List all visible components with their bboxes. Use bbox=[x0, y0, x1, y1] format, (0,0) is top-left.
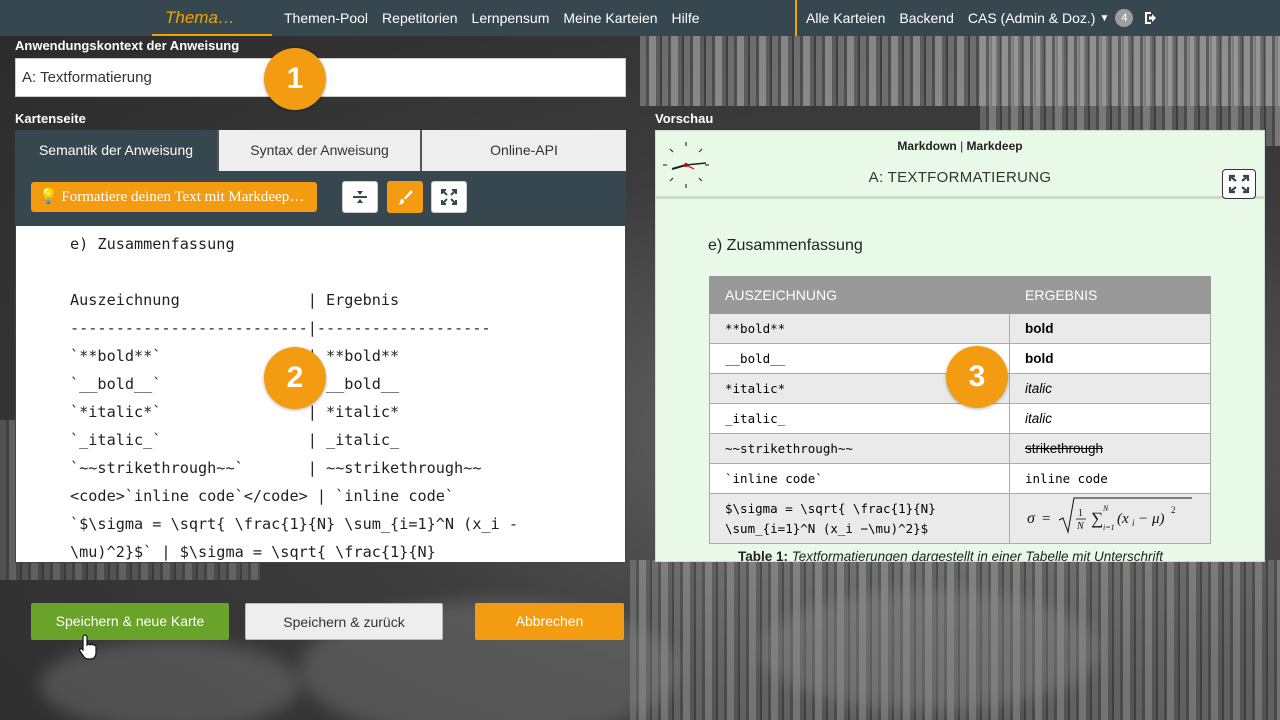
table-row: _italic_ italic bbox=[709, 403, 1211, 434]
formula-markup-line: \sum_{i=1}^N (x_i −\mu)^2}$ bbox=[725, 520, 929, 536]
sigma-formula-image: σ = 1 N ∑ N i=1 (x i − μ) 2 bbox=[1027, 497, 1192, 534]
svg-text:(x: (x bbox=[1117, 511, 1129, 527]
table-row: `inline code` inline code bbox=[709, 463, 1211, 494]
user-nav: Alle Karteien Backend CAS (Admin & Doz.)… bbox=[806, 0, 1159, 36]
editor-line: <code>`inline code`</code> | `inline cod… bbox=[70, 487, 455, 505]
preview-header: Markdown | Markdeep A: TEXTFORMATIERUNG bbox=[656, 131, 1264, 199]
markdeep-hint-button[interactable]: 💡 Formatiere deinen Text mit Markdeep… bbox=[31, 182, 317, 212]
table-row: **bold** bold bbox=[709, 313, 1211, 344]
render-mode-toggle[interactable]: Markdown | Markdeep bbox=[656, 139, 1264, 153]
nav-themen-pool[interactable]: Themen-Pool bbox=[284, 0, 368, 36]
editor-line: `_italic_` | _italic_ bbox=[70, 431, 400, 449]
svg-text:−: − bbox=[1139, 511, 1147, 527]
editor-line: `$\sigma = \sqrt{ \frac{1}{N} \sum_{i=1}… bbox=[70, 515, 519, 533]
svg-text:2: 2 bbox=[1171, 505, 1176, 515]
svg-text:N: N bbox=[1076, 521, 1085, 532]
table-caption: Table 1: Textformatierungen dargestellt … bbox=[738, 549, 1163, 562]
svg-text:N: N bbox=[1102, 504, 1109, 513]
nav-alle-karteien[interactable]: Alle Karteien bbox=[806, 0, 885, 36]
editor-line: `__bold__` | __bold__ bbox=[70, 375, 400, 393]
result-cell: bold bbox=[1009, 343, 1211, 374]
markup-cell: **bold** bbox=[709, 313, 1010, 344]
result-cell: bold bbox=[1009, 313, 1211, 344]
notification-badge[interactable]: 4 bbox=[1115, 9, 1134, 27]
nav-backend[interactable]: Backend bbox=[899, 0, 953, 36]
nav-separator bbox=[795, 0, 797, 36]
preview-label: Vorschau bbox=[655, 111, 714, 126]
markup-cell: ~~strikethrough~~ bbox=[709, 433, 1010, 464]
result-cell: inline code bbox=[1009, 463, 1211, 494]
result-cell: italic bbox=[1009, 373, 1211, 404]
context-label: Anwendungskontext der Anweisung bbox=[15, 38, 240, 53]
result-cell: italic bbox=[1009, 403, 1211, 434]
svg-text:σ: σ bbox=[1027, 510, 1036, 527]
markup-cell: _italic_ bbox=[709, 403, 1010, 434]
editor-line: e) Zusammenfassung bbox=[70, 235, 235, 253]
table-header: AUSZEICHNUNG bbox=[709, 276, 1010, 314]
tab-syntax[interactable]: Syntax der Anweisung bbox=[219, 130, 422, 171]
preview-section-heading: e) Zusammenfassung bbox=[708, 237, 863, 254]
fullscreen-icon[interactable] bbox=[431, 181, 467, 213]
paintbrush-icon[interactable] bbox=[387, 181, 423, 213]
editor-line: `~~strikethrough~~` | ~~strikethrough~~ bbox=[70, 459, 482, 477]
step-marker-3: 3 bbox=[946, 346, 1008, 408]
svg-text:1: 1 bbox=[1078, 508, 1083, 519]
logout-icon[interactable] bbox=[1143, 10, 1159, 26]
editor-line: \mu)^2}$` | $\sigma = \sqrt{ \frac{1}{N} bbox=[70, 543, 436, 561]
formula-markup-line: $\sigma = \sqrt{ \frac{1}{N} bbox=[725, 500, 936, 516]
save-back-button[interactable]: Speichern & zurück bbox=[245, 603, 443, 640]
table-row: ~~strikethrough~~ strikethrough bbox=[709, 433, 1211, 464]
card-side-label: Kartenseite bbox=[15, 111, 86, 126]
tab-online-api[interactable]: Online-API bbox=[422, 130, 626, 171]
preview-panel: Markdown | Markdeep A: TEXTFORMATIERUNG … bbox=[655, 130, 1265, 562]
nav-repetitorien[interactable]: Repetitorien bbox=[382, 0, 458, 36]
formula-result-cell: σ = 1 N ∑ N i=1 (x i − μ) 2 bbox=[1009, 493, 1211, 544]
step-marker-2: 2 bbox=[264, 347, 326, 409]
result-cell: strikethrough bbox=[1009, 433, 1211, 464]
nav-meine-karteien[interactable]: Meine Karteien bbox=[563, 0, 657, 36]
render-mode-markdeep[interactable]: Markdeep bbox=[967, 139, 1023, 153]
user-menu[interactable]: CAS (Admin & Doz.) bbox=[968, 0, 1096, 36]
compress-vertical-icon[interactable] bbox=[342, 181, 378, 213]
markup-cell: $\sigma = \sqrt{ \frac{1}{N} \sum_{i=1}^… bbox=[709, 493, 1010, 544]
save-new-card-button[interactable]: Speichern & neue Karte bbox=[31, 603, 229, 640]
chevron-down-icon[interactable]: ▼ bbox=[1099, 13, 1109, 24]
editor-line: Auszeichnung | Ergebnis bbox=[70, 291, 400, 309]
preview-title: A: TEXTFORMATIERUNG bbox=[868, 169, 1052, 186]
main-nav: Themen-Pool Repetitorien Lernpensum Mein… bbox=[284, 0, 714, 36]
caption-text: Textformatierungen dargestellt in einer … bbox=[791, 549, 1163, 562]
svg-text:i: i bbox=[1132, 518, 1135, 528]
tab-semantik[interactable]: Semantik der Anweisung bbox=[15, 130, 219, 171]
expand-preview-icon[interactable] bbox=[1222, 169, 1256, 199]
nav-lernpensum[interactable]: Lernpensum bbox=[472, 0, 550, 36]
editor-line: `**bold**` | **bold** bbox=[70, 347, 400, 365]
svg-text:μ): μ) bbox=[1151, 511, 1165, 527]
nav-hilfe[interactable]: Hilfe bbox=[672, 0, 700, 36]
preview-table: AUSZEICHNUNG ERGEBNIS **bold** bold __bo… bbox=[709, 276, 1211, 544]
hand-cursor-icon bbox=[79, 634, 97, 660]
table-header: ERGEBNIS bbox=[1009, 276, 1211, 314]
render-mode-separator: | bbox=[956, 139, 967, 153]
editor-toolbar: 💡 Formatiere deinen Text mit Markdeep… bbox=[15, 171, 626, 225]
render-mode-markdown[interactable]: Markdown bbox=[897, 139, 956, 153]
markup-cell: `inline code` bbox=[709, 463, 1010, 494]
editor-line: --------------------------|-------------… bbox=[70, 319, 491, 337]
editor-tabs: Semantik der Anweisung Syntax der Anweis… bbox=[15, 130, 626, 171]
caption-label: Table 1: bbox=[738, 549, 789, 562]
editor-line: `*italic*` | *italic* bbox=[70, 403, 400, 421]
step-marker-1: 1 bbox=[264, 48, 326, 110]
svg-text:=: = bbox=[1042, 511, 1050, 527]
svg-text:i=1: i=1 bbox=[1103, 523, 1115, 532]
table-row: $\sigma = \sqrt{ \frac{1}{N} \sum_{i=1}^… bbox=[709, 493, 1211, 544]
top-navbar: Thema… Themen-Pool Repetitorien Lernpens… bbox=[0, 0, 1280, 36]
brand-link[interactable]: Thema… bbox=[152, 0, 272, 36]
svg-text:∑: ∑ bbox=[1091, 509, 1103, 528]
cancel-button[interactable]: Abbrechen bbox=[475, 603, 624, 640]
